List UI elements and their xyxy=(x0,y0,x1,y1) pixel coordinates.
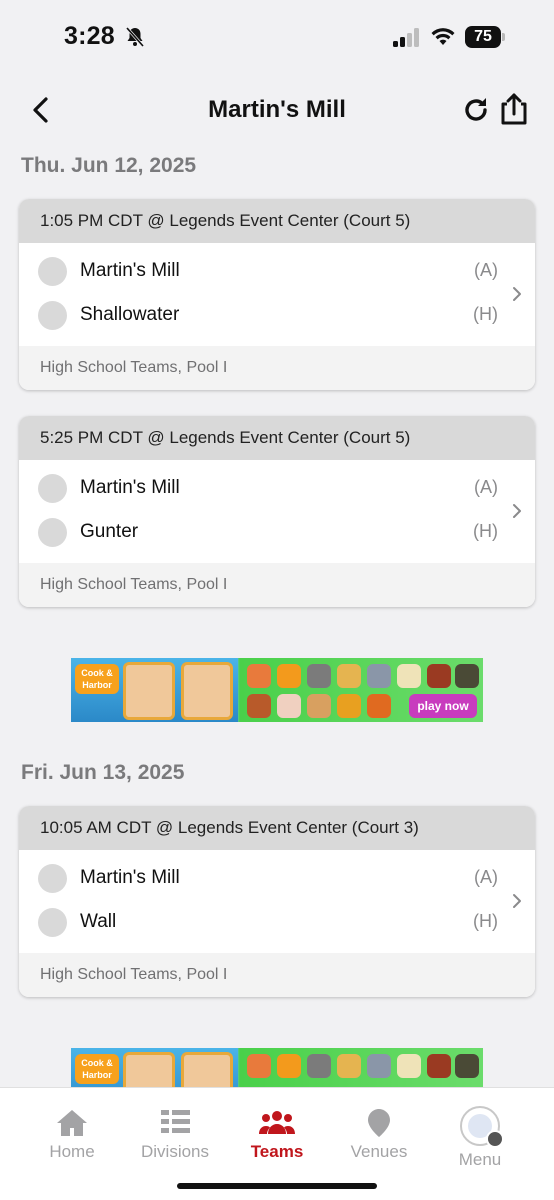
bell-muted-icon xyxy=(125,27,145,47)
team-name: Wall xyxy=(80,911,117,932)
ad-tile xyxy=(397,1054,421,1078)
ad-tile xyxy=(367,694,391,718)
hamburger-badge-icon xyxy=(486,1130,504,1148)
game-card[interactable]: 1:05 PM CDT @ Legends Event Center (Cour… xyxy=(19,199,535,390)
battery-cap xyxy=(502,33,505,41)
team-name: Martin's Mill xyxy=(80,260,180,281)
share-button[interactable] xyxy=(498,92,530,126)
team-logo-placeholder xyxy=(38,518,67,547)
home-indicator xyxy=(177,1183,377,1189)
tab-teams[interactable]: Teams xyxy=(227,1098,327,1170)
tab-label: Divisions xyxy=(140,1142,210,1161)
team-logo-placeholder xyxy=(38,908,67,937)
chevron-right-icon xyxy=(513,504,521,518)
ad-tile xyxy=(455,1054,479,1078)
tab-menu[interactable]: Menu xyxy=(430,1098,530,1170)
team-side: (H) xyxy=(473,304,498,324)
game-time-venue: 5:25 PM CDT @ Legends Event Center (Cour… xyxy=(19,416,535,460)
home-team-row: Wall (H) xyxy=(19,900,535,944)
battery-indicator: 75 xyxy=(465,26,505,48)
team-side: (H) xyxy=(473,911,498,931)
team-logo-placeholder xyxy=(38,301,67,330)
team-side: (A) xyxy=(474,477,498,497)
team-logo-placeholder xyxy=(38,474,67,503)
date-heading: Thu. Jun 12, 2025 xyxy=(21,154,197,177)
ad-tile xyxy=(367,664,391,688)
ad-tile xyxy=(277,1054,301,1078)
ad-tile xyxy=(247,1054,271,1078)
tab-label: Home xyxy=(49,1142,95,1161)
ad-tile xyxy=(247,694,271,718)
home-team-row: Shallowater (H) xyxy=(19,293,535,337)
home-team-row: Gunter (H) xyxy=(19,510,535,554)
team-name: Martin's Mill xyxy=(80,867,180,888)
ad-tile xyxy=(277,694,301,718)
signal-icon xyxy=(393,28,419,47)
ad-tile xyxy=(455,664,479,688)
ad-tile xyxy=(307,1054,331,1078)
ad-tile xyxy=(337,694,361,718)
ad-tile xyxy=(337,1054,361,1078)
refresh-button[interactable] xyxy=(460,94,492,126)
game-division: High School Teams, Pool I xyxy=(19,346,535,390)
game-division: High School Teams, Pool I xyxy=(19,563,535,607)
team-side: (H) xyxy=(473,521,498,541)
ad-tile xyxy=(427,664,451,688)
team-name: Gunter xyxy=(80,521,139,542)
chevron-right-icon xyxy=(513,287,521,301)
team-logo-placeholder xyxy=(38,257,67,286)
ad-tile xyxy=(427,1054,451,1078)
chevron-right-icon xyxy=(513,894,521,908)
app-header: Martin's Mill xyxy=(0,84,554,136)
ad-tile xyxy=(307,664,331,688)
ad-artwork: Cook & Harbor xyxy=(71,658,238,722)
ad-play-now-button[interactable]: play now xyxy=(409,694,477,718)
away-team-row: Martin's Mill (A) xyxy=(19,466,535,510)
ad-tile xyxy=(397,664,421,688)
away-team-row: Martin's Mill (A) xyxy=(19,249,535,293)
team-side: (A) xyxy=(474,867,498,887)
ad-character-image xyxy=(181,662,233,720)
game-card[interactable]: 5:25 PM CDT @ Legends Event Center (Cour… xyxy=(19,416,535,607)
list-icon xyxy=(161,1110,190,1133)
ad-tile xyxy=(337,664,361,688)
tab-home[interactable]: Home xyxy=(22,1098,122,1170)
tab-label: Menu xyxy=(458,1150,502,1169)
ad-character-image xyxy=(123,662,175,720)
tab-divisions[interactable]: Divisions xyxy=(125,1098,225,1170)
ad-tile xyxy=(307,694,331,718)
ad-banner[interactable]: Cook & Harbor play now xyxy=(71,658,483,722)
date-heading: Fri. Jun 13, 2025 xyxy=(21,761,185,784)
status-time: 3:28 xyxy=(64,22,115,50)
team-name: Martin's Mill xyxy=(80,477,180,498)
ad-tile xyxy=(367,1054,391,1078)
ad-tile xyxy=(247,664,271,688)
team-logo-placeholder xyxy=(38,864,67,893)
battery-level: 75 xyxy=(465,26,501,48)
ad-logo: Cook & Harbor xyxy=(75,1054,119,1084)
home-icon xyxy=(57,1110,87,1136)
team-side: (A) xyxy=(474,260,498,280)
game-time-venue: 1:05 PM CDT @ Legends Event Center (Cour… xyxy=(19,199,535,243)
tab-label: Venues xyxy=(350,1142,408,1161)
game-division: High School Teams, Pool I xyxy=(19,953,535,997)
tab-label: Teams xyxy=(250,1142,304,1161)
map-pin-icon xyxy=(368,1109,390,1137)
away-team-row: Martin's Mill (A) xyxy=(19,856,535,900)
game-card[interactable]: 10:05 AM CDT @ Legends Event Center (Cou… xyxy=(19,806,535,997)
wifi-icon xyxy=(431,28,455,45)
ad-tile xyxy=(277,664,301,688)
status-bar: 3:28 75 xyxy=(0,0,554,72)
ad-logo: Cook & Harbor xyxy=(75,664,119,694)
people-icon xyxy=(259,1111,295,1134)
menu-avatar-icon xyxy=(460,1106,504,1148)
tab-venues[interactable]: Venues xyxy=(329,1098,429,1170)
game-time-venue: 10:05 AM CDT @ Legends Event Center (Cou… xyxy=(19,806,535,850)
team-name: Shallowater xyxy=(80,304,180,325)
